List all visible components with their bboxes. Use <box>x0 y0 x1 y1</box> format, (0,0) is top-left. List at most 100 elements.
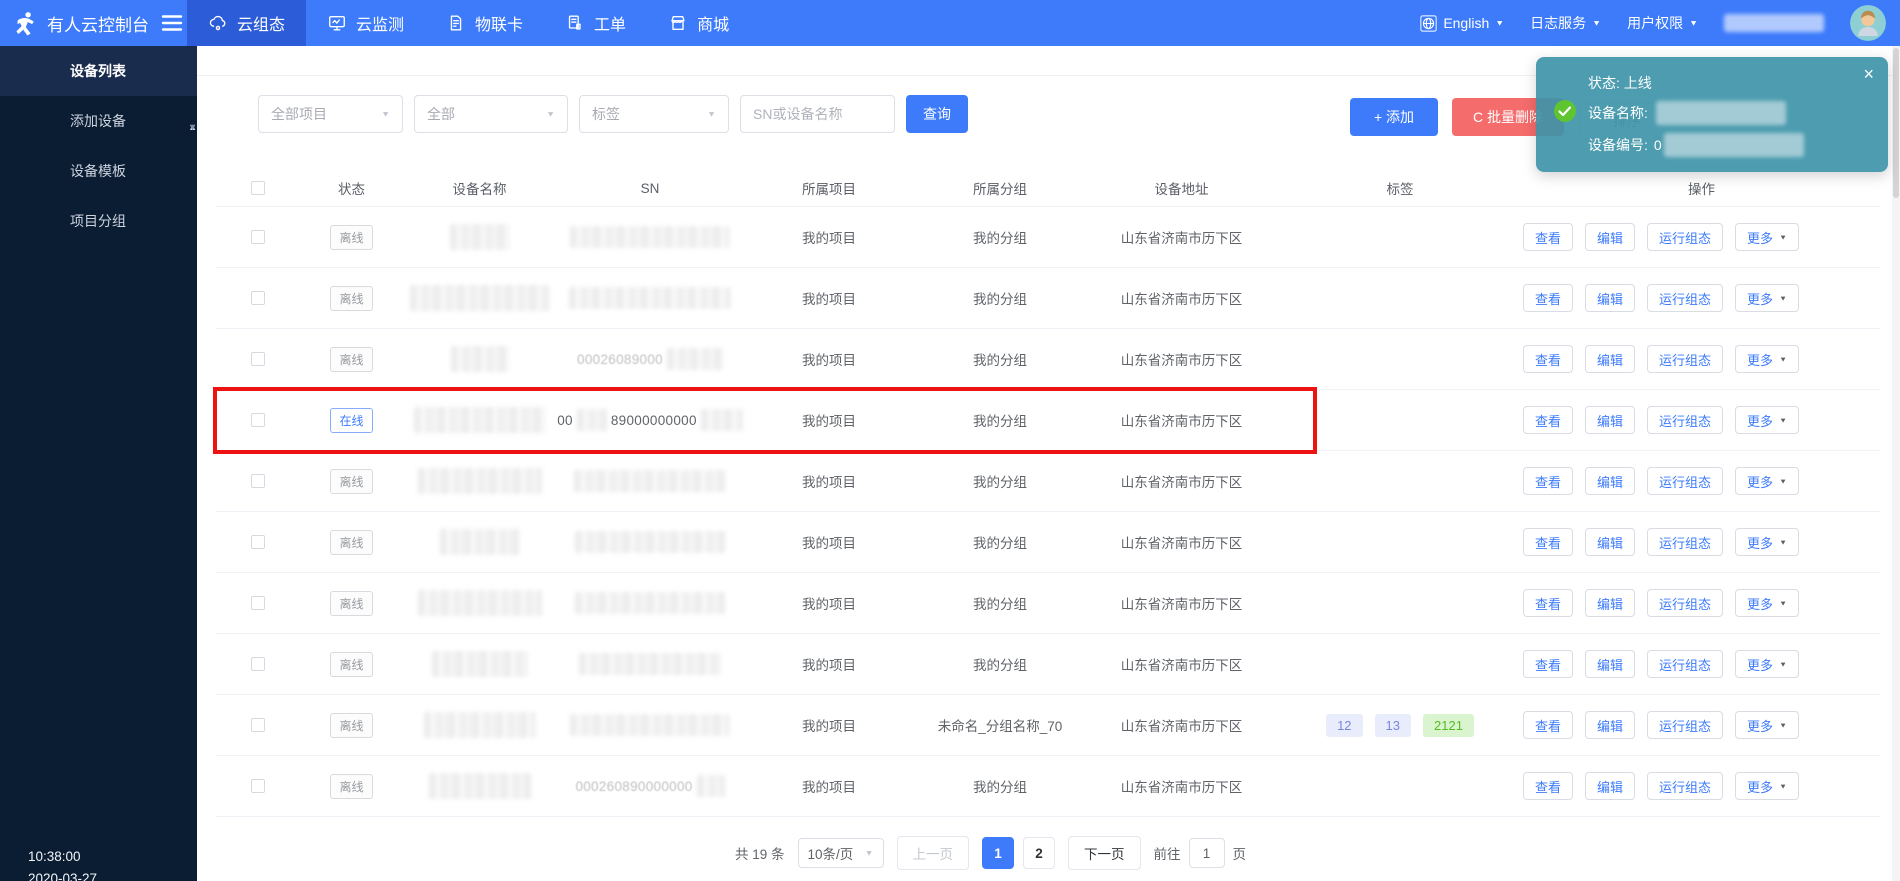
more-dropdown[interactable]: 更多▼ <box>1735 528 1799 556</box>
more-dropdown[interactable]: 更多▼ <box>1735 772 1799 800</box>
scope-select[interactable]: 全部 ▼ <box>414 95 568 133</box>
run-scada-button[interactable]: 运行组态 <box>1647 589 1723 617</box>
run-scada-button[interactable]: 运行组态 <box>1647 711 1723 739</box>
more-dropdown[interactable]: 更多▼ <box>1735 711 1799 739</box>
view-button[interactable]: 查看 <box>1523 467 1573 495</box>
search-button[interactable]: 查询 <box>906 95 968 133</box>
edit-button[interactable]: 编辑 <box>1585 467 1635 495</box>
avatar[interactable] <box>1850 5 1886 41</box>
more-dropdown[interactable]: 更多▼ <box>1735 650 1799 678</box>
goto-page-input[interactable] <box>1189 838 1225 868</box>
address-cell: 山东省济南市历下区 <box>1086 532 1277 552</box>
language-label: English <box>1443 15 1489 31</box>
row-checkbox[interactable] <box>251 657 265 671</box>
sn-redacted <box>697 775 725 797</box>
row-checkbox[interactable] <box>251 474 265 488</box>
search-input[interactable] <box>740 95 895 133</box>
run-scada-button[interactable]: 运行组态 <box>1647 467 1723 495</box>
row-checkbox[interactable] <box>251 718 265 732</box>
row-checkbox[interactable] <box>251 413 265 427</box>
view-button[interactable]: 查看 <box>1523 528 1573 556</box>
tab-store[interactable]: 商城 <box>647 0 750 46</box>
tab-scada[interactable]: 云组态 <box>187 0 306 46</box>
sidebar: 快速入门监控大屏设备管理▲设备列表添加设备设备模板项目分组报警管理▼数据报表▼扩… <box>0 46 197 881</box>
row-checkbox[interactable] <box>251 291 265 305</box>
view-button[interactable]: 查看 <box>1523 589 1573 617</box>
view-button[interactable]: 查看 <box>1523 223 1573 251</box>
project-select[interactable]: 全部项目 ▼ <box>258 95 403 133</box>
sidebar-item-device-list[interactable]: 设备列表 <box>0 46 197 96</box>
run-scada-button[interactable]: 运行组态 <box>1647 528 1723 556</box>
language-selector[interactable]: English ▼ <box>1420 15 1504 32</box>
scrollbar[interactable] <box>1892 46 1900 881</box>
monitor-icon <box>327 13 347 33</box>
page-size-select[interactable]: 10条/页 ▼ <box>798 838 884 868</box>
view-button[interactable]: 查看 <box>1523 650 1573 678</box>
user-permission-menu[interactable]: 用户权限 ▼ <box>1627 13 1698 33</box>
tag-select[interactable]: 标签 ▼ <box>579 95 729 133</box>
tab-monitor[interactable]: 云监测 <box>306 0 425 46</box>
page-number-1[interactable]: 1 <box>982 837 1014 869</box>
navbar-right: English ▼ 日志服务 ▼ 用户权限 ▼ <box>1420 5 1900 41</box>
row-checkbox[interactable] <box>251 230 265 244</box>
table-row: 离线 我的项目 我的分组 山东省济南市历下区 查看 编辑 运行组态 更多▼ <box>216 633 1880 694</box>
tab-order[interactable]: 工单 <box>544 0 647 46</box>
more-dropdown[interactable]: 更多▼ <box>1735 345 1799 373</box>
sidebar-item-add-device[interactable]: 添加设备 <box>0 96 197 146</box>
toast-status-line: 状态: 上线 <box>1588 73 1652 93</box>
device-table: 状态设备名称SN所属项目所属分组设备地址标签操作 离线 我的项目 我的分组 山东… <box>216 170 1880 817</box>
edit-button[interactable]: 编辑 <box>1585 772 1635 800</box>
run-scada-button[interactable]: 运行组态 <box>1647 223 1723 251</box>
add-device-button[interactable]: + 添加 <box>1350 98 1438 136</box>
log-service-menu[interactable]: 日志服务 ▼ <box>1530 13 1601 33</box>
select-all-checkbox[interactable] <box>251 181 265 195</box>
hamburger-menu-icon[interactable] <box>161 14 183 32</box>
device-name-redacted <box>414 407 546 433</box>
view-button[interactable]: 查看 <box>1523 772 1573 800</box>
sidebar-item-project-group[interactable]: 项目分组 <box>0 196 197 246</box>
row-checkbox[interactable] <box>251 352 265 366</box>
run-scada-button[interactable]: 运行组态 <box>1647 650 1723 678</box>
status-badge: 离线 <box>330 469 372 494</box>
prev-page-button[interactable]: 上一页 <box>897 836 970 870</box>
more-dropdown[interactable]: 更多▼ <box>1735 467 1799 495</box>
view-button[interactable]: 查看 <box>1523 406 1573 434</box>
order-icon <box>565 13 585 33</box>
view-button[interactable]: 查看 <box>1523 345 1573 373</box>
page-number-2[interactable]: 2 <box>1023 837 1055 869</box>
edit-button[interactable]: 编辑 <box>1585 223 1635 251</box>
column-header: 标签 <box>1277 178 1523 198</box>
next-page-button[interactable]: 下一页 <box>1068 836 1141 870</box>
chevron-down-icon: ▼ <box>381 110 390 119</box>
sidebar-item-device-template[interactable]: 设备模板 <box>0 146 197 196</box>
row-checkbox[interactable] <box>251 596 265 610</box>
tab-sim[interactable]: 物联卡 <box>425 0 544 46</box>
edit-button[interactable]: 编辑 <box>1585 589 1635 617</box>
more-dropdown[interactable]: 更多▼ <box>1735 223 1799 251</box>
device-sn <box>556 470 744 492</box>
run-scada-button[interactable]: 运行组态 <box>1647 284 1723 312</box>
more-dropdown[interactable]: 更多▼ <box>1735 406 1799 434</box>
device-name-redacted <box>450 224 510 250</box>
close-icon[interactable]: × <box>1863 65 1874 83</box>
row-checkbox[interactable] <box>251 535 265 549</box>
project-cell: 我的项目 <box>744 227 914 247</box>
run-scada-button[interactable]: 运行组态 <box>1647 772 1723 800</box>
edit-button[interactable]: 编辑 <box>1585 711 1635 739</box>
scrollbar-thumb[interactable] <box>1893 48 1899 198</box>
edit-button[interactable]: 编辑 <box>1585 345 1635 373</box>
view-button[interactable]: 查看 <box>1523 711 1573 739</box>
sn-redacted <box>575 531 725 553</box>
row-checkbox[interactable] <box>251 779 265 793</box>
chevron-down-icon: ▼ <box>1495 19 1504 28</box>
run-scada-button[interactable]: 运行组态 <box>1647 345 1723 373</box>
edit-button[interactable]: 编辑 <box>1585 528 1635 556</box>
more-dropdown[interactable]: 更多▼ <box>1735 284 1799 312</box>
edit-button[interactable]: 编辑 <box>1585 284 1635 312</box>
edit-button[interactable]: 编辑 <box>1585 650 1635 678</box>
device-sn <box>556 226 744 248</box>
view-button[interactable]: 查看 <box>1523 284 1573 312</box>
more-dropdown[interactable]: 更多▼ <box>1735 589 1799 617</box>
edit-button[interactable]: 编辑 <box>1585 406 1635 434</box>
run-scada-button[interactable]: 运行组态 <box>1647 406 1723 434</box>
